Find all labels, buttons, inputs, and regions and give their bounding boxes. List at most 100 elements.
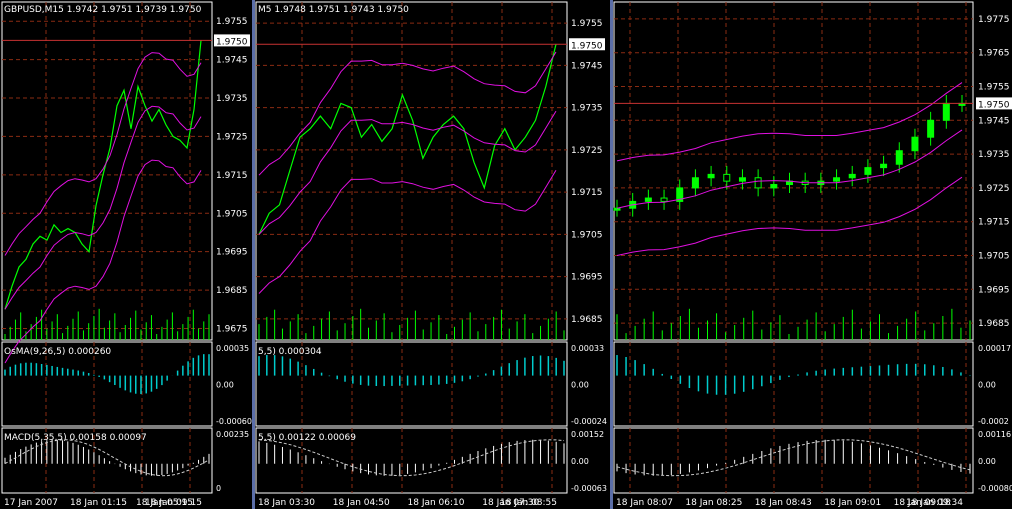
candle-body [911,136,919,152]
price-tick-label: 1.9765 [978,49,1010,59]
price-tick-label: 1.9705 [216,209,248,219]
price-tick-label: 1.9745 [571,61,603,71]
macd-tick-label: 0.00116 [978,430,1011,439]
macd-tick-label: -0.00063 [571,484,607,493]
candle-body [691,177,699,189]
price-tick-label: 1.9685 [571,315,603,325]
window-title: GBPUSD,M15 1.9742 1.9751 1.9739 1.9750 [4,5,202,15]
macd-label: MACD(5,35,5) 0.00158 0.00097 [4,433,147,443]
candle-body [660,197,668,202]
bid-price-badge-label: 1.9750 [571,41,603,51]
time-axis-label: 18 Jan 09:15 [145,498,202,508]
candle-body [738,177,746,182]
window-title: M5 1.9748 1.9751 1.9743 1.9750 [258,5,409,15]
price-tick-label: 1.9715 [978,218,1010,228]
time-axis-label: 18 Jan 09:01 [824,498,881,508]
macd-signal-line [4,439,210,477]
candle-body [644,197,652,202]
time-axis-label: 17 Jan 2007 [4,498,58,508]
band-middle-line [616,129,963,209]
price-tick-label: 1.9695 [216,248,248,258]
price-tick-label: 1.9705 [978,252,1010,262]
gbpusd-m1-price-pane-frame [613,1,974,341]
candle-body [848,173,856,179]
macd-label: 5,5) 0.00122 0.00069 [258,433,356,443]
price-tick-label: 1.9775 [978,15,1010,25]
price-tick-label: 1.9725 [216,132,248,142]
osma-label: 5,5) 0.000304 [258,347,322,357]
gbpusd-m1-osma-pane-frame [613,341,974,427]
macd-tick-label: 0.00152 [571,430,604,439]
price-tick-label: 1.9755 [571,19,603,29]
osma-tick-label: -0.0002 [978,417,1009,426]
band-upper-line [258,51,557,176]
price-tick-label: 1.9675 [216,324,248,334]
price-tick-label: 1.9745 [978,116,1010,126]
time-axis-label: 18 Jan 06:10 [408,498,465,508]
osma-tick-label: -0.00024 [571,417,607,426]
price-tick-label: 1.9745 [216,56,248,66]
candle-body [942,102,950,121]
candle-body [895,150,903,165]
macd-tick-label: 0.00 [978,457,996,466]
price-tick-label: 1.9735 [216,94,248,104]
osma-tick-label: 0.00 [216,381,234,390]
osma-tick-label: 0.00033 [571,344,604,353]
time-axis-label: 18 Jan 04:50 [333,498,390,508]
time-axis-label: 18 Jan 08:25 [685,498,742,508]
osma-label: OsMA(9,26,5) 0.000260 [4,347,111,357]
gbpusd-m1-macd-pane-frame [613,427,974,494]
macd-signal-line [616,439,971,477]
band-upper-line [4,52,202,256]
osma-tick-label: -0.00060 [216,417,252,426]
candle-body [864,167,872,175]
candle-body [613,207,621,211]
charts-canvas: 1.9755 1.9745 1.9735 1.9725 1.9715 1.9705 1.96… [1,0,1012,509]
band-upper-line [616,82,963,162]
osma-tick-label: 0.00 [978,381,996,390]
bid-price-badge-label: 1.9750 [978,100,1010,110]
macd-tick-label: 0.00235 [216,430,249,439]
candle-body [754,177,762,189]
band-lower-line [4,159,202,364]
price-tick-label: 1.9715 [571,188,603,198]
price-line [258,44,557,235]
osma-tick-label: 0.00017 [978,344,1011,353]
candle-body [723,173,731,182]
macd-signal-line [258,439,565,477]
price-tick-label: 1.9715 [216,171,248,181]
price-tick-label: 1.9735 [571,104,603,114]
candle-body [927,119,935,138]
price-tick-label: 1.9705 [571,230,603,240]
window-separator[interactable] [252,0,255,509]
macd-tick-label: 0 [216,484,221,493]
price-tick-label: 1.9725 [571,146,603,156]
price-tick-label: 1.9725 [978,184,1010,194]
macd-tick-label: 0.00 [571,457,589,466]
price-tick-label: 1.9755 [978,83,1010,93]
time-axis-label: 18 Jan 08:07 [616,498,673,508]
macd-tick-label: -0.00080 [978,484,1012,493]
candle-body [770,184,778,189]
gbpusd-m5-price-pane-frame [255,1,568,341]
price-tick-label: 1.9685 [978,319,1010,329]
price-tick-label: 1.9755 [216,17,248,27]
bid-price-badge-label: 1.9750 [216,37,248,47]
time-axis-label: 18 Jan 08:43 [755,498,812,508]
price-tick-label: 1.9685 [216,286,248,296]
price-tick-label: 1.9735 [978,150,1010,160]
gbpusd-m15-price-pane-frame [1,1,213,341]
terminal-charts: 1.9755 1.9745 1.9735 1.9725 1.9715 1.9705 1.96… [0,0,1012,509]
time-axis-label: 18 Jan 08:55 [500,498,557,508]
time-axis-label: 18 Jan 01:15 [70,498,127,508]
time-axis-label: 18 Jan 09:34 [906,498,963,508]
price-tick-label: 1.9695 [571,273,603,283]
window-separator[interactable] [610,0,613,509]
time-axis-label: 18 Jan 03:30 [258,498,315,508]
osma-tick-label: 0.00 [571,381,589,390]
candle-body [880,163,888,169]
price-tick-label: 1.9695 [978,285,1010,295]
candle-body [833,177,841,182]
candle-body [707,173,715,179]
osma-tick-label: 0.00035 [216,344,249,353]
